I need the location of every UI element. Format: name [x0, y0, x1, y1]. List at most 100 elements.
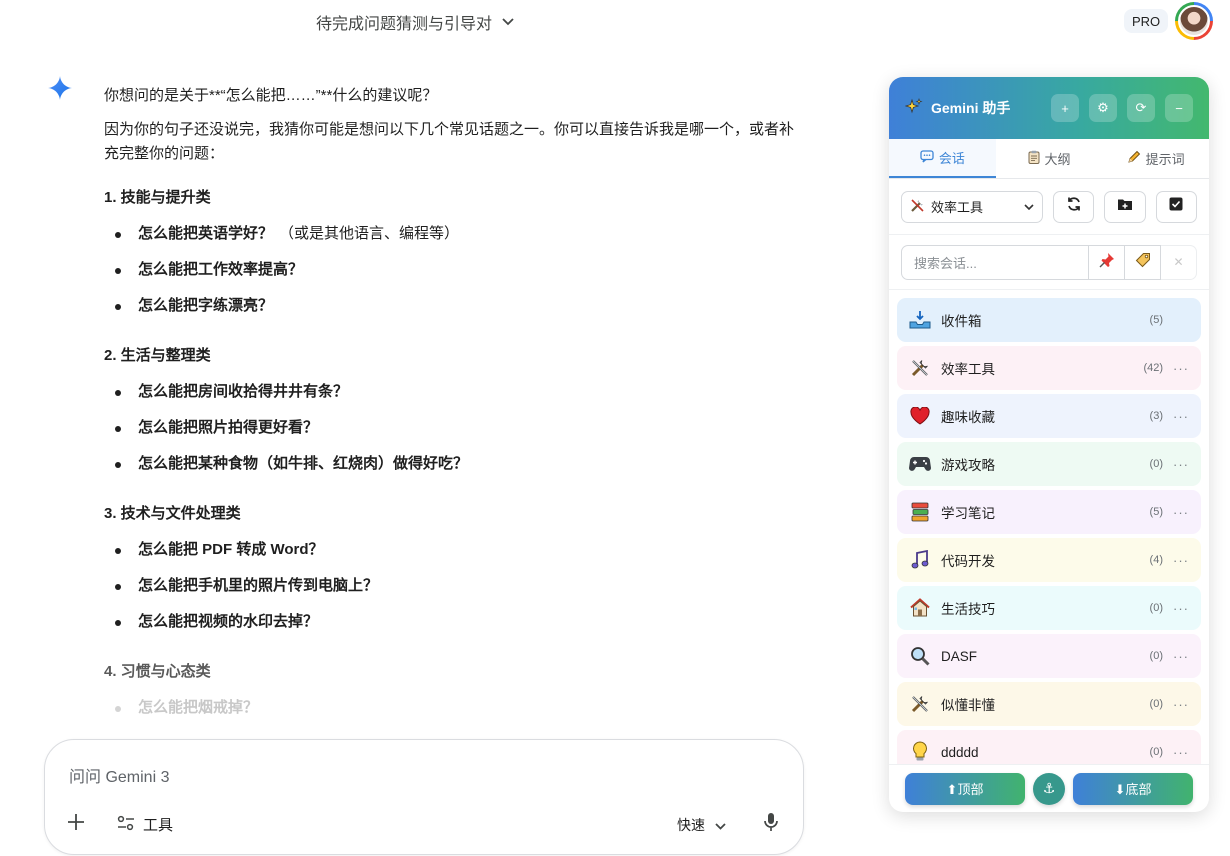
pushpin-icon — [1099, 252, 1115, 273]
settings-button[interactable]: ⚙ — [1089, 94, 1117, 122]
folder-item[interactable]: 代码开发 (4) ··· — [897, 538, 1201, 582]
folder-item[interactable]: 收件箱 (5) — [897, 298, 1201, 342]
tab-outline[interactable]: 大纲 — [996, 139, 1103, 178]
refresh-button[interactable]: ⟳ — [1127, 94, 1155, 122]
pro-badge[interactable]: PRO — [1124, 9, 1169, 33]
list-item-text: 怎么能把房间收拾得井井有条？ — [138, 383, 349, 400]
folder-count: (0) — [1149, 602, 1163, 614]
folder-more-button[interactable]: ··· — [1163, 553, 1189, 568]
checkbox-icon — [1169, 197, 1183, 216]
response-followup: 因为你的句子还没说完，我猜你可能是想问以下几个常见话题之一。你可以直接告诉我是哪… — [104, 121, 795, 162]
tools-icon — [910, 198, 925, 216]
list-item-text: 怎么能把英语学好？ — [138, 225, 274, 242]
folder-count: (42) — [1143, 362, 1163, 374]
microphone-button[interactable] — [763, 812, 779, 837]
folder-name: 生活技巧 — [941, 602, 995, 617]
folder-count: (5) — [1149, 506, 1163, 518]
folder-item[interactable]: 趣味收藏 (3) ··· — [897, 394, 1201, 438]
panel-toolbar: 效率工具 — [889, 179, 1209, 235]
folder-select[interactable]: 效率工具 — [901, 190, 1043, 223]
avatar[interactable] — [1175, 2, 1213, 40]
folder-more-button[interactable]: ··· — [1163, 745, 1189, 760]
folder-more-button[interactable]: ··· — [1163, 361, 1189, 376]
chevron-down-icon — [1024, 201, 1034, 213]
tools-icon — [909, 357, 931, 379]
list-item-text: 怎么能把视频的水印去掉？ — [138, 613, 319, 630]
list-item: 怎么能把视频的水印去掉？ — [104, 604, 804, 640]
folder-name: 效率工具 — [941, 362, 995, 377]
prompt-input-box[interactable]: 问问 Gemini 3 工具 快速 — [44, 739, 804, 855]
panel-title: Gemini 助手 — [931, 100, 1011, 116]
folder-select-value: 效率工具 — [931, 200, 984, 215]
tab-prompts[interactable]: 提示词 — [1102, 139, 1209, 178]
section-list: 怎么能把英语学好？ （或是其他语言、编程等） 怎么能把工作效率提高？ 怎么能把字练漂亮… — [104, 216, 804, 324]
gemini-assistant-panel: Gemini 助手 + ⚙ ⟳ − 会话 大纲 提示词 效率工具 搜索会话...… — [889, 77, 1209, 812]
folder-item[interactable]: 生活技巧 (0) ··· — [897, 586, 1201, 630]
prompt-input[interactable]: 问问 Gemini 3 — [69, 763, 169, 787]
add-attachment-button[interactable] — [67, 812, 85, 836]
bulb-icon — [909, 741, 931, 763]
tools-button[interactable]: 工具 — [117, 814, 173, 835]
new-folder-button[interactable] — [1104, 190, 1146, 223]
folder-list: 收件箱 (5) 效率工具 (42) ··· 趣味收藏 (3) ··· 游戏攻略 (0) ··· 学习笔… — [889, 290, 1209, 764]
scroll-bottom-button[interactable]: ⬇底部 — [1073, 772, 1193, 805]
folder-more-button[interactable]: ··· — [1163, 601, 1189, 616]
minus-icon: − — [1175, 100, 1183, 116]
chat-icon — [920, 149, 934, 166]
clear-search-button[interactable]: ✕ — [1161, 244, 1197, 280]
tools-label: 工具 — [143, 817, 174, 834]
folder-item[interactable]: 似懂非懂 (0) ··· — [897, 682, 1201, 726]
model-speed-dropdown[interactable]: 快速 — [677, 815, 726, 835]
folder-count: (0) — [1149, 650, 1163, 662]
folder-item[interactable]: 效率工具 (42) ··· — [897, 346, 1201, 390]
sparkles-icon — [904, 97, 923, 119]
anchor-button[interactable]: ⚓ — [1033, 772, 1065, 805]
clipboard-icon — [1028, 150, 1040, 167]
minimize-button[interactable]: − — [1165, 94, 1193, 122]
folder-more-button[interactable]: ··· — [1163, 649, 1189, 664]
folder-more-button[interactable]: ··· — [1163, 505, 1189, 520]
list-item: 怎么能把房间收拾得井井有条？ — [104, 374, 804, 410]
tab-sessions-label: 会话 — [938, 151, 965, 166]
conversation-title-dropdown[interactable]: 待完成问题猜测与引导对 — [316, 10, 514, 34]
chevron-down-icon — [502, 15, 514, 29]
section-list: 怎么能把房间收拾得井井有条？ 怎么能把照片拍得更好看？ 怎么能把某种食物（如牛排、红… — [104, 374, 804, 482]
folder-more-button[interactable]: ··· — [1163, 457, 1189, 472]
new-button[interactable]: + — [1051, 94, 1079, 122]
folder-name: ddddd — [941, 744, 979, 760]
folder-more-button[interactable]: ··· — [1163, 409, 1189, 424]
panel-footer: ⬆顶部 ⚓ ⬇底部 — [889, 764, 1209, 812]
list-item: 怎么能把工作效率提高？ — [104, 252, 804, 288]
folder-name: 似懂非懂 — [941, 698, 995, 713]
tab-sessions[interactable]: 会话 — [889, 139, 996, 178]
folder-count: (4) — [1149, 554, 1163, 566]
folder-item[interactable]: ddddd (0) ··· — [897, 730, 1201, 764]
list-item: 怎么能把烟戒掉？ — [104, 690, 804, 726]
pin-filter-button[interactable] — [1089, 244, 1125, 280]
tag-filter-button[interactable] — [1125, 244, 1161, 280]
list-item: 怎么能把照片拍得更好看？ — [104, 410, 804, 446]
response-intro: 你想问的是关于**“怎么能把……”**什么的建议呢？ — [104, 87, 438, 104]
close-icon: ✕ — [1173, 255, 1184, 269]
speed-label: 快速 — [677, 817, 705, 833]
list-item: 怎么能把 PDF 转成 Word？ — [104, 532, 804, 568]
list-item-text: 怎么能把字练漂亮？ — [138, 297, 274, 314]
session-search-input[interactable]: 搜索会话... — [901, 244, 1089, 280]
folder-item[interactable]: 游戏攻略 (0) ··· — [897, 442, 1201, 486]
folder-more-button[interactable]: ··· — [1163, 697, 1189, 712]
list-item-text: 怎么能把手机里的照片传到电脑上？ — [138, 577, 379, 594]
gemini-sparkle-icon — [48, 76, 72, 100]
anchor-icon: ⚓ — [1042, 780, 1056, 796]
section-heading: 1. 技能与提升类 — [104, 189, 211, 206]
panel-tabs: 会话 大纲 提示词 — [889, 139, 1209, 179]
tools-icon — [117, 815, 135, 835]
tab-outline-label: 大纲 — [1044, 152, 1071, 167]
folder-item[interactable]: DASF (0) ··· — [897, 634, 1201, 678]
multi-select-button[interactable] — [1155, 190, 1197, 223]
sync-button[interactable] — [1052, 190, 1095, 223]
scroll-top-button[interactable]: ⬆顶部 — [905, 772, 1025, 805]
folder-item[interactable]: 学习笔记 (5) ··· — [897, 490, 1201, 534]
list-item-text: 怎么能把 PDF 转成 Word？ — [138, 541, 324, 558]
folder-count: (0) — [1149, 746, 1163, 758]
tag-icon — [1135, 252, 1151, 273]
